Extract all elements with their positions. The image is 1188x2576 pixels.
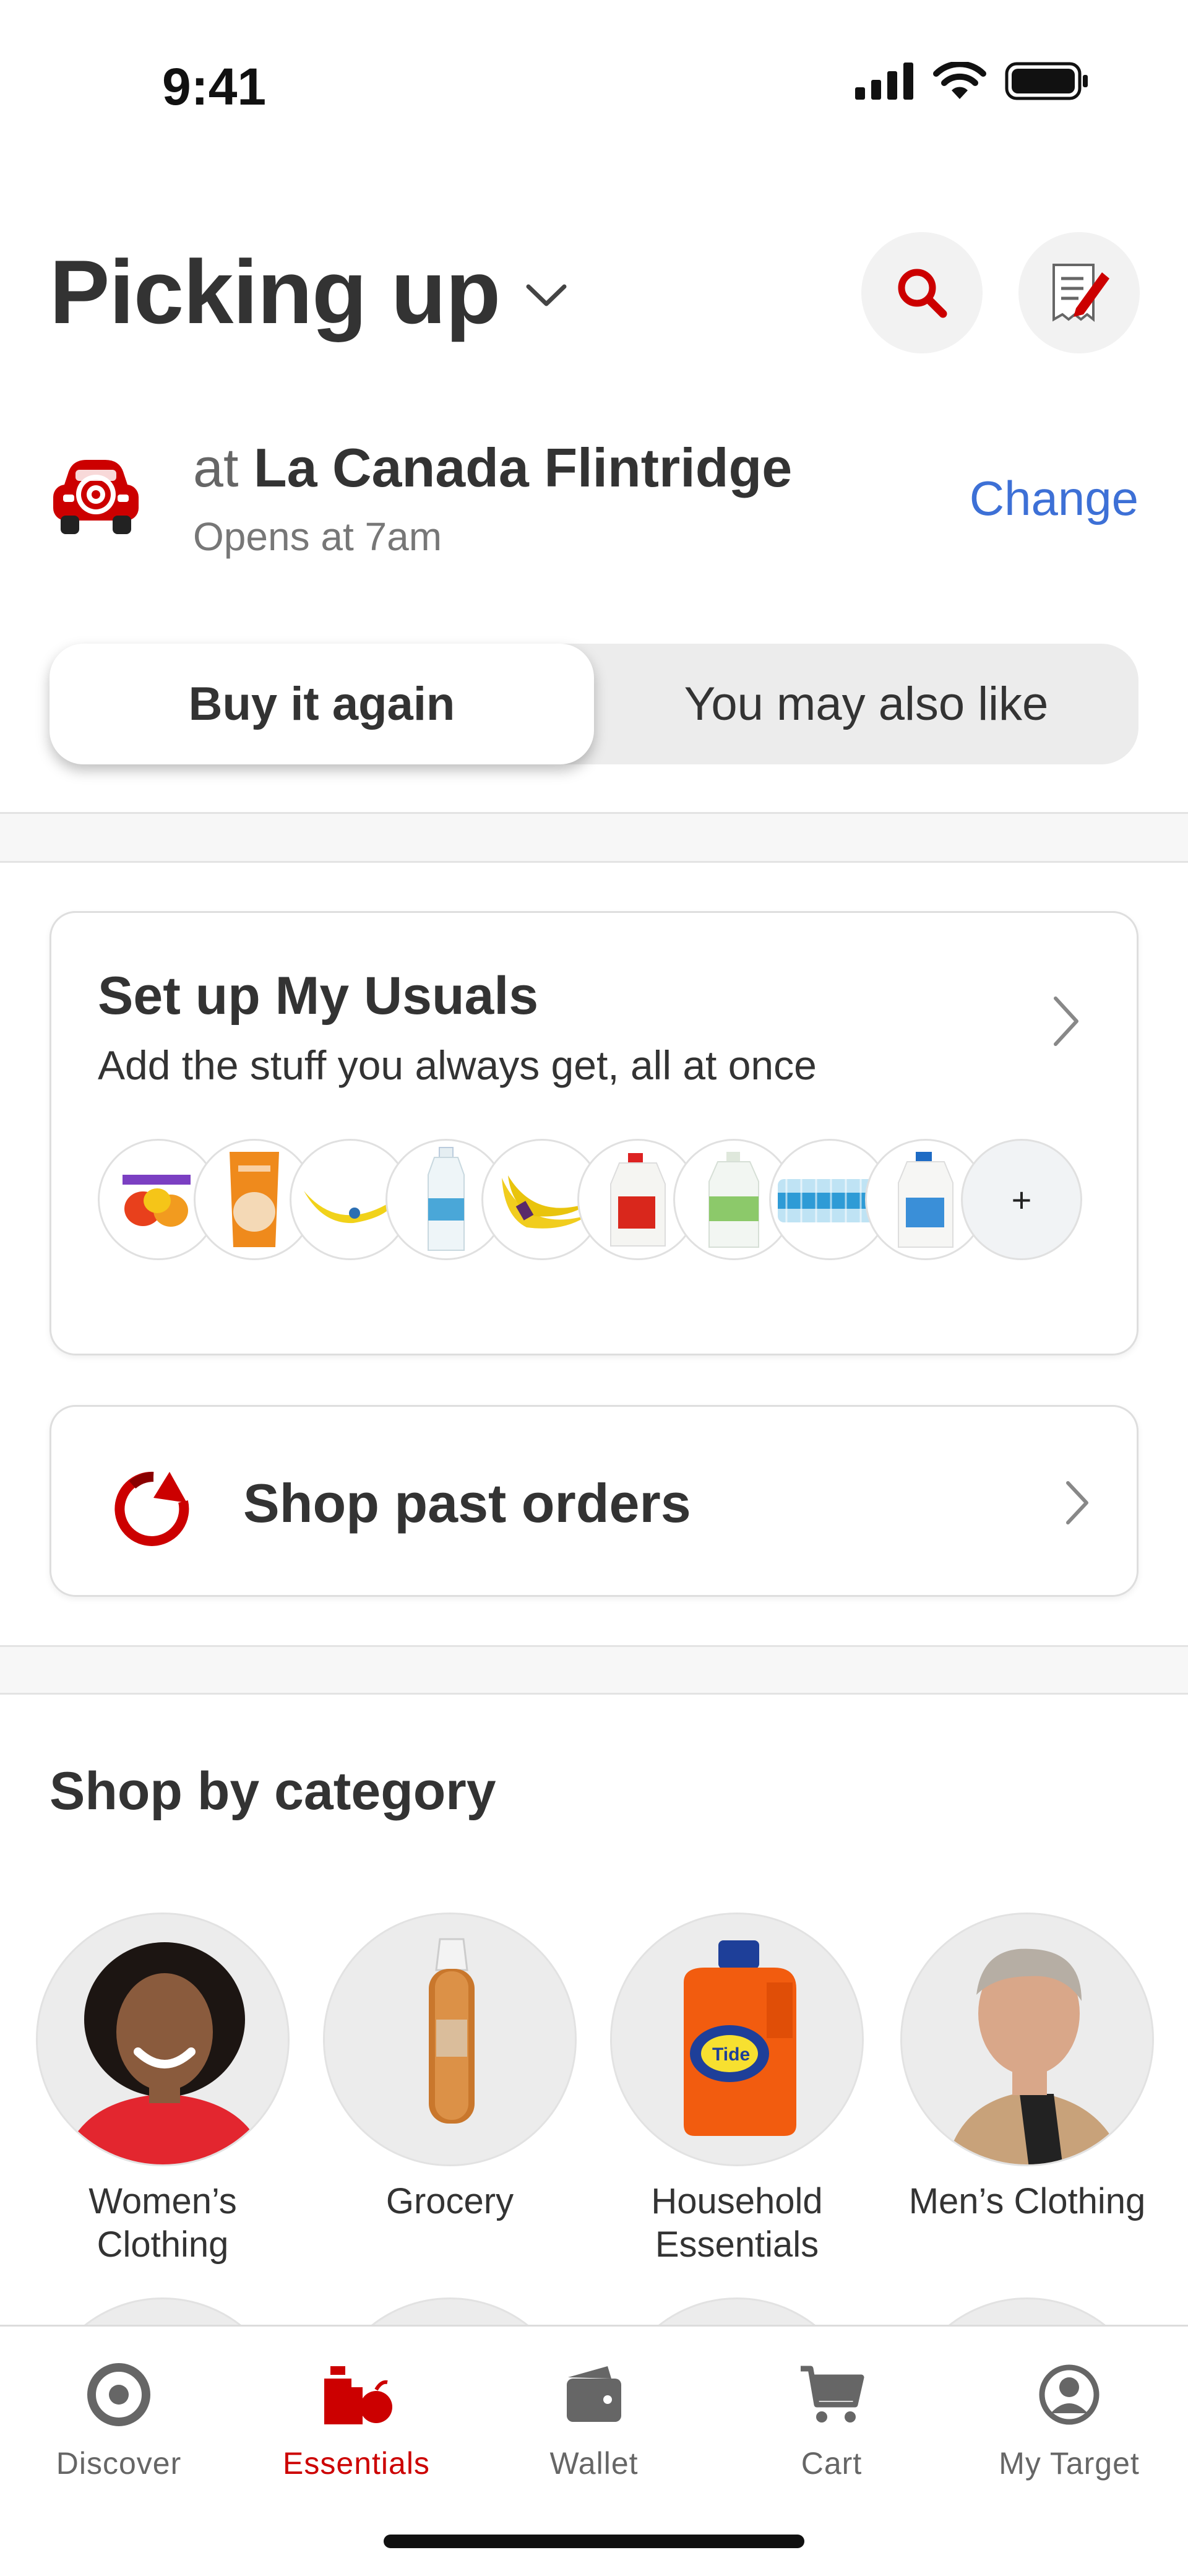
tab-my-target[interactable]: My Target	[950, 2358, 1188, 2481]
chevron-right-icon	[1054, 996, 1078, 1046]
section-divider	[0, 1645, 1188, 1695]
category-image: Tide	[610, 1913, 864, 2166]
target-icon	[87, 2363, 150, 2426]
essentials-icon	[324, 2366, 392, 2424]
status-time: 9:41	[162, 58, 267, 116]
store-name-line: at La Canada Flintridge	[193, 436, 792, 499]
profile-icon	[1039, 2364, 1100, 2425]
tab-label: Essentials	[283, 2446, 430, 2481]
usuals-title: Set up My Usuals	[98, 966, 539, 1026]
category-grocery[interactable]: Grocery	[323, 1913, 577, 2223]
shopping-list-icon	[1052, 264, 1109, 322]
change-store-link[interactable]: Change	[970, 470, 1138, 527]
store-name: La Canada Flintridge	[253, 437, 793, 498]
shop-past-orders-card[interactable]: Shop past orders	[50, 1405, 1138, 1597]
add-usual-button[interactable]: +	[961, 1139, 1082, 1260]
category-image	[323, 1913, 577, 2166]
usuals-thumbnails: +	[98, 1139, 1088, 1260]
my-usuals-card[interactable]: Set up My Usuals Add the stuff you alway…	[50, 911, 1138, 1355]
location-mode-selector[interactable]: Picking up	[50, 240, 568, 344]
wallet-icon	[567, 2366, 621, 2422]
category-household-essentials[interactable]: Tide Household Essentials	[610, 1913, 864, 2267]
tab-wallet[interactable]: Wallet	[475, 2358, 713, 2481]
usuals-subtitle: Add the stuff you always get, all at onc…	[98, 1042, 817, 1088]
tab-discover[interactable]: Discover	[0, 2358, 238, 2481]
home-indicator	[384, 2535, 804, 2548]
page-title: Picking up	[50, 241, 501, 342]
drive-up-car-icon	[50, 455, 142, 538]
chevron-right-icon	[1066, 1481, 1088, 1524]
store-prefix: at	[193, 437, 239, 498]
category-label: Men’s Clothing	[908, 2181, 1146, 2221]
tab-label: Discover	[56, 2446, 182, 2481]
category-image	[900, 1913, 1154, 2166]
search-button[interactable]	[861, 232, 983, 353]
category-mens-clothing[interactable]: Men’s Clothing	[900, 1913, 1154, 2223]
search-icon	[898, 269, 947, 318]
category-label: Grocery	[385, 2181, 514, 2221]
tab-label: Cart	[801, 2446, 863, 2481]
category-label: Household Essentials	[651, 2181, 823, 2265]
signal-icon	[855, 63, 913, 100]
cart-icon	[801, 2366, 864, 2423]
tab-label: My Target	[999, 2446, 1140, 2481]
segmented-control: Buy it again You may also like	[50, 644, 1138, 764]
category-label: Women’s Clothing	[88, 2181, 237, 2265]
tab-label: Wallet	[549, 2446, 639, 2481]
wifi-icon	[933, 62, 986, 99]
section-divider	[0, 812, 1188, 863]
tab-buy-it-again[interactable]: Buy it again	[50, 644, 594, 764]
battery-icon	[1005, 62, 1088, 100]
tab-essentials[interactable]: Essentials	[238, 2358, 475, 2481]
plus-label: +	[1011, 1180, 1032, 1219]
status-icons	[855, 62, 1089, 100]
svg-text:Tide: Tide	[712, 2044, 750, 2065]
tab-you-may-also-like[interactable]: You may also like	[594, 644, 1138, 764]
category-womens-clothing[interactable]: Women’s Clothing	[36, 1913, 290, 2267]
chevron-down-icon	[526, 284, 567, 306]
shopping-list-button[interactable]	[1018, 232, 1140, 353]
past-orders-label: Shop past orders	[243, 1472, 691, 1534]
category-image	[36, 1913, 290, 2166]
reorder-icon	[114, 1471, 189, 1546]
tab-cart[interactable]: Cart	[713, 2358, 950, 2481]
shop-by-category-title: Shop by category	[50, 1761, 496, 1821]
store-hours: Opens at 7am	[193, 514, 442, 559]
